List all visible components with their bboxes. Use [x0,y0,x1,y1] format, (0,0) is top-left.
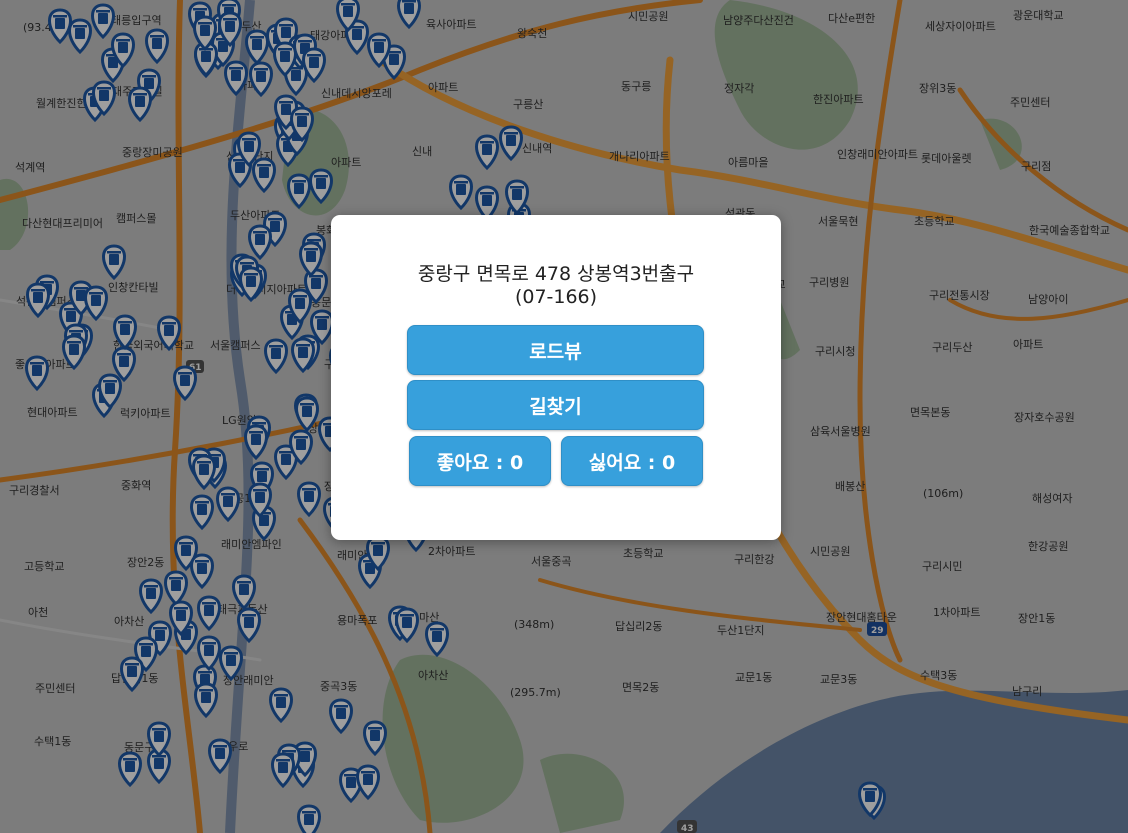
like-button[interactable]: 좋아요 : 0 [409,436,551,486]
directions-button[interactable]: 길찾기 [407,380,704,430]
modal-title: 중랑구 면목로 478 상봉역3번출구 (07-166) [331,263,781,309]
location-info-modal: 중랑구 면목로 478 상봉역3번출구 (07-166) 로드뷰 길찾기 좋아요… [331,215,781,540]
location-address: 중랑구 면목로 478 상봉역3번출구 [417,263,695,285]
location-id: (07-166) [514,286,598,308]
dislike-button[interactable]: 싫어요 : 0 [561,436,703,486]
roadview-button[interactable]: 로드뷰 [407,325,704,375]
